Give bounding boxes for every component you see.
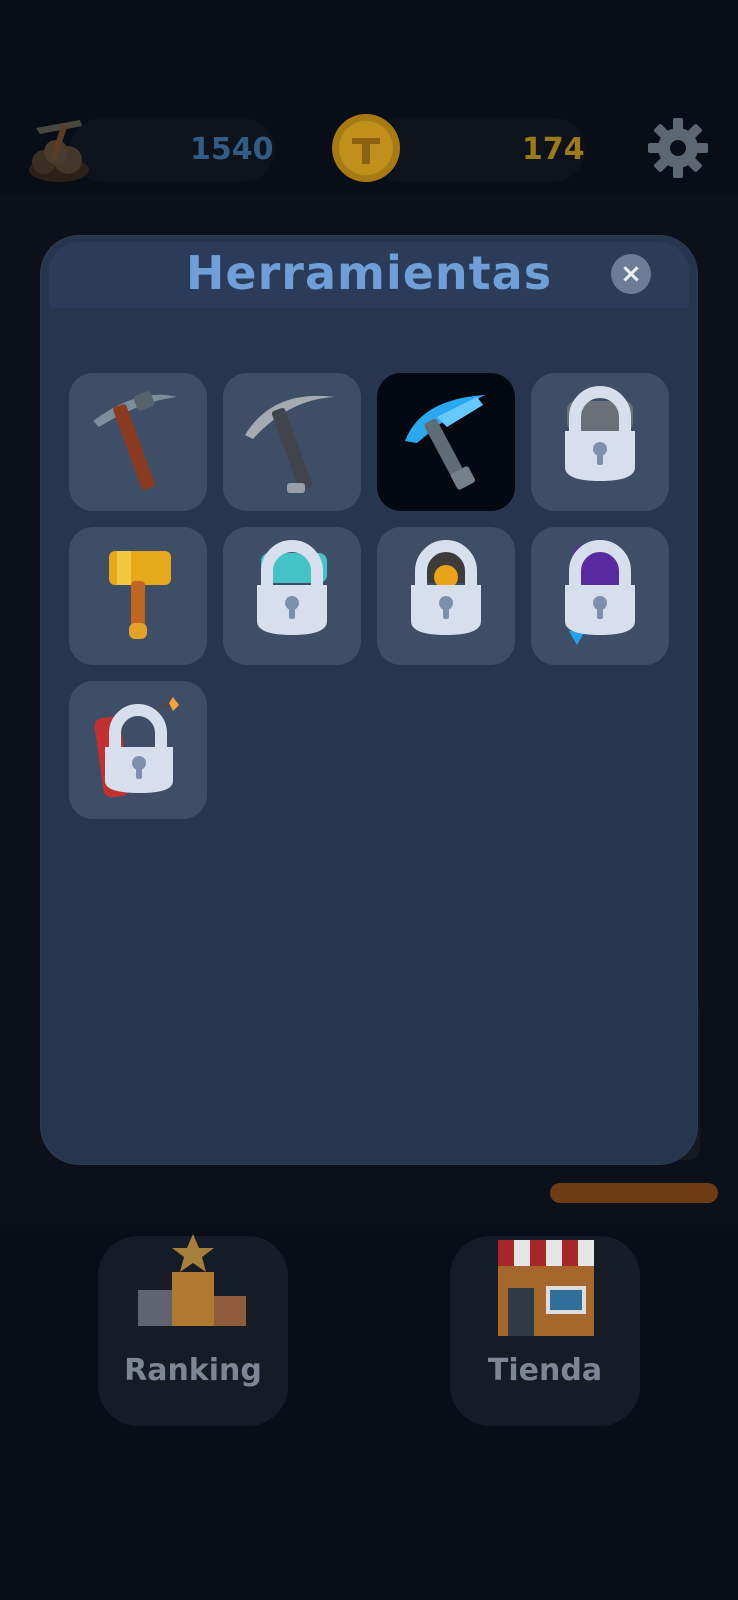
- modal-title: Herramientas: [185, 246, 553, 300]
- purple-tool-icon: [565, 540, 635, 645]
- gold-coin-icon: [332, 114, 400, 182]
- top-bar: 1540 174: [0, 110, 738, 190]
- tool-slot-locked-drill[interactable]: [531, 373, 669, 511]
- steel-pickaxe-icon: [245, 395, 335, 493]
- golden-hammer-icon: [109, 551, 171, 639]
- tool-slot-locked-crystal[interactable]: [223, 527, 361, 665]
- ranking-button[interactable]: Ranking: [98, 1234, 288, 1426]
- shop-icon: [498, 1240, 594, 1336]
- tools-modal: Herramientas ×: [41, 236, 697, 1164]
- coin-count: 174: [522, 132, 585, 167]
- tool-slot-golden-hammer[interactable]: [69, 527, 207, 665]
- shop-label: Tienda: [487, 1353, 603, 1388]
- crystal-tool-icon: [257, 540, 327, 635]
- ore-pile-icon: [29, 120, 89, 182]
- close-button[interactable]: ×: [611, 254, 651, 294]
- tool-slot-locked-purple[interactable]: [531, 527, 669, 665]
- ore-count: 1540: [190, 132, 274, 167]
- tool-slot-iron-pickaxe[interactable]: [69, 373, 207, 511]
- gear-icon[interactable]: [646, 116, 710, 180]
- tool-slot-steel-pickaxe[interactable]: [223, 373, 361, 511]
- iron-pickaxe-icon: [93, 391, 177, 490]
- ranking-label: Ranking: [124, 1353, 262, 1388]
- progress-bar: [550, 1183, 718, 1203]
- orange-tool-icon: [411, 540, 481, 635]
- tool-slot-locked-dynamite[interactable]: [69, 681, 207, 819]
- tool-slot-locked-orange[interactable]: [377, 527, 515, 665]
- dynamite-icon: [94, 697, 179, 798]
- shop-button[interactable]: Tienda: [450, 1236, 640, 1426]
- drill-icon: [565, 386, 635, 481]
- diamond-pickaxe-icon: [405, 395, 485, 490]
- podium-icon: [138, 1234, 246, 1326]
- tool-slot-diamond-pickaxe[interactable]: [377, 373, 515, 511]
